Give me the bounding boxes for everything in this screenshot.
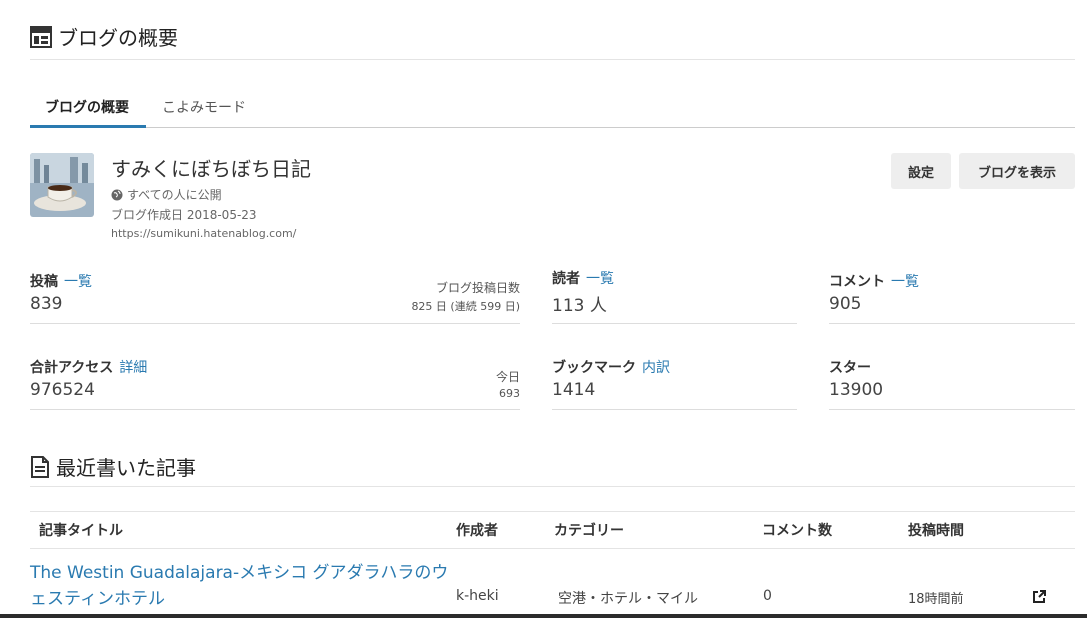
- column-header-comments: コメント数: [762, 523, 832, 539]
- post-comment-count: 0: [763, 588, 772, 604]
- stat-posts-value: 839: [30, 294, 63, 314]
- active-tab-indicator: [30, 125, 146, 128]
- access-detail-link[interactable]: 詳細: [119, 360, 147, 376]
- post-author: k-heki: [456, 588, 499, 604]
- stat-readers-label: 読者: [552, 271, 580, 287]
- column-header-author: 作成者: [456, 523, 498, 539]
- stat-access-value: 976524: [30, 380, 95, 400]
- divider: [552, 409, 797, 410]
- comments-list-link[interactable]: 一覧: [891, 274, 919, 290]
- settings-button[interactable]: 設定: [891, 153, 951, 189]
- readers-list-link[interactable]: 一覧: [586, 271, 614, 287]
- visibility-status: すべての人に公開: [111, 186, 222, 203]
- post-category: 空港・ホテル・マイル: [558, 591, 698, 607]
- blog-created-date: ブログ作成日 2018-05-23: [111, 208, 257, 222]
- divider: [30, 409, 520, 410]
- page-title: ブログの概要: [58, 26, 178, 50]
- visibility-label: すべての人に公開: [127, 188, 222, 202]
- divider: [552, 323, 797, 324]
- posting-days-label: ブログ投稿日数: [435, 281, 520, 295]
- recent-posts-header: 最近書いた記事: [30, 452, 196, 481]
- tab-calendar[interactable]: こよみモード: [162, 97, 246, 117]
- divider: [30, 548, 1075, 549]
- column-header-time: 投稿時間: [908, 523, 964, 539]
- stat-comments-header: コメント 一覧: [829, 271, 919, 291]
- blog-thumbnail[interactable]: [30, 153, 94, 217]
- stat-posts-label: 投稿: [30, 274, 58, 290]
- column-header-title: 記事タイトル: [39, 523, 123, 539]
- posting-days-value: 825 日 (連続 599 日): [411, 300, 520, 313]
- column-header-category: カテゴリー: [554, 523, 624, 539]
- stat-readers-header: 読者 一覧: [552, 268, 614, 288]
- divider: [30, 59, 1075, 60]
- document-icon: [31, 455, 49, 478]
- dashboard-icon: [30, 25, 52, 48]
- stat-bookmarks-label: ブックマーク: [552, 360, 636, 376]
- stat-access-label: 合計アクセス: [30, 360, 114, 376]
- today-value: 693: [499, 387, 520, 400]
- recent-posts-title: 最近書いた記事: [56, 456, 196, 480]
- blog-name: すみくにぼちぼち日記: [111, 157, 311, 181]
- stat-readers-value: 113 人: [552, 296, 607, 316]
- tab-overview[interactable]: ブログの概要: [45, 97, 129, 117]
- divider: [30, 486, 1075, 487]
- stat-bookmarks-header: ブックマーク 内訳: [552, 357, 670, 377]
- divider: [829, 409, 1075, 410]
- stat-bookmarks-value: 1414: [552, 380, 596, 400]
- stat-stars-header: スター: [829, 357, 871, 377]
- tab-bar-line: [30, 127, 1075, 128]
- stat-stars-value: 13900: [829, 380, 884, 400]
- stat-posts-header: 投稿 一覧: [30, 271, 92, 291]
- page-header: ブログの概要: [30, 22, 178, 51]
- stat-comments-label: コメント: [829, 274, 885, 290]
- stat-stars-label: スター: [829, 360, 871, 376]
- divider: [30, 323, 520, 324]
- external-link-icon[interactable]: [1032, 589, 1046, 608]
- bookmarks-breakdown-link[interactable]: 内訳: [642, 360, 670, 376]
- today-label: 今日: [495, 370, 520, 384]
- globe-icon: [111, 189, 123, 200]
- stat-comments-value: 905: [829, 294, 862, 314]
- stat-access-header: 合計アクセス 詳細: [30, 357, 147, 377]
- divider: [829, 323, 1075, 324]
- view-blog-button[interactable]: ブログを表示: [959, 153, 1075, 189]
- post-title-link[interactable]: The Westin Guadalajara-メキシコ グアダラハラのウェスティ…: [30, 560, 450, 612]
- bottom-edge: [0, 614, 1087, 618]
- blog-url: https://sumikuni.hatenablog.com/: [111, 227, 297, 240]
- posts-list-link[interactable]: 一覧: [64, 274, 92, 290]
- divider: [30, 511, 1075, 512]
- post-time: 18時間前: [908, 592, 964, 607]
